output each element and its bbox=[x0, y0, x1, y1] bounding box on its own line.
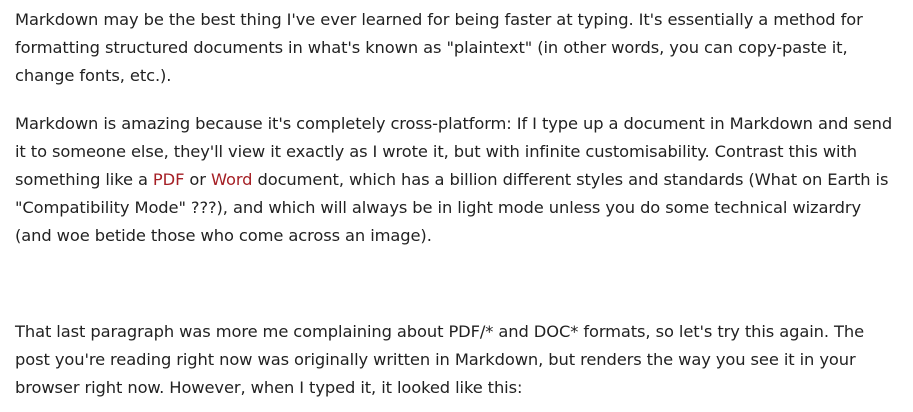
paragraph-complaint: That last paragraph was more me complain… bbox=[15, 322, 864, 397]
pdf-link[interactable]: PDF bbox=[153, 170, 185, 189]
article-body: Markdown may be the best thing I've ever… bbox=[0, 0, 913, 412]
paragraph-intro: Markdown may be the best thing I've ever… bbox=[15, 10, 863, 85]
paragraph-cross-platform: Markdown is amazing because it's complet… bbox=[15, 110, 901, 250]
word-link[interactable]: Word bbox=[211, 170, 253, 189]
paragraph-text-segment: or bbox=[184, 170, 211, 189]
